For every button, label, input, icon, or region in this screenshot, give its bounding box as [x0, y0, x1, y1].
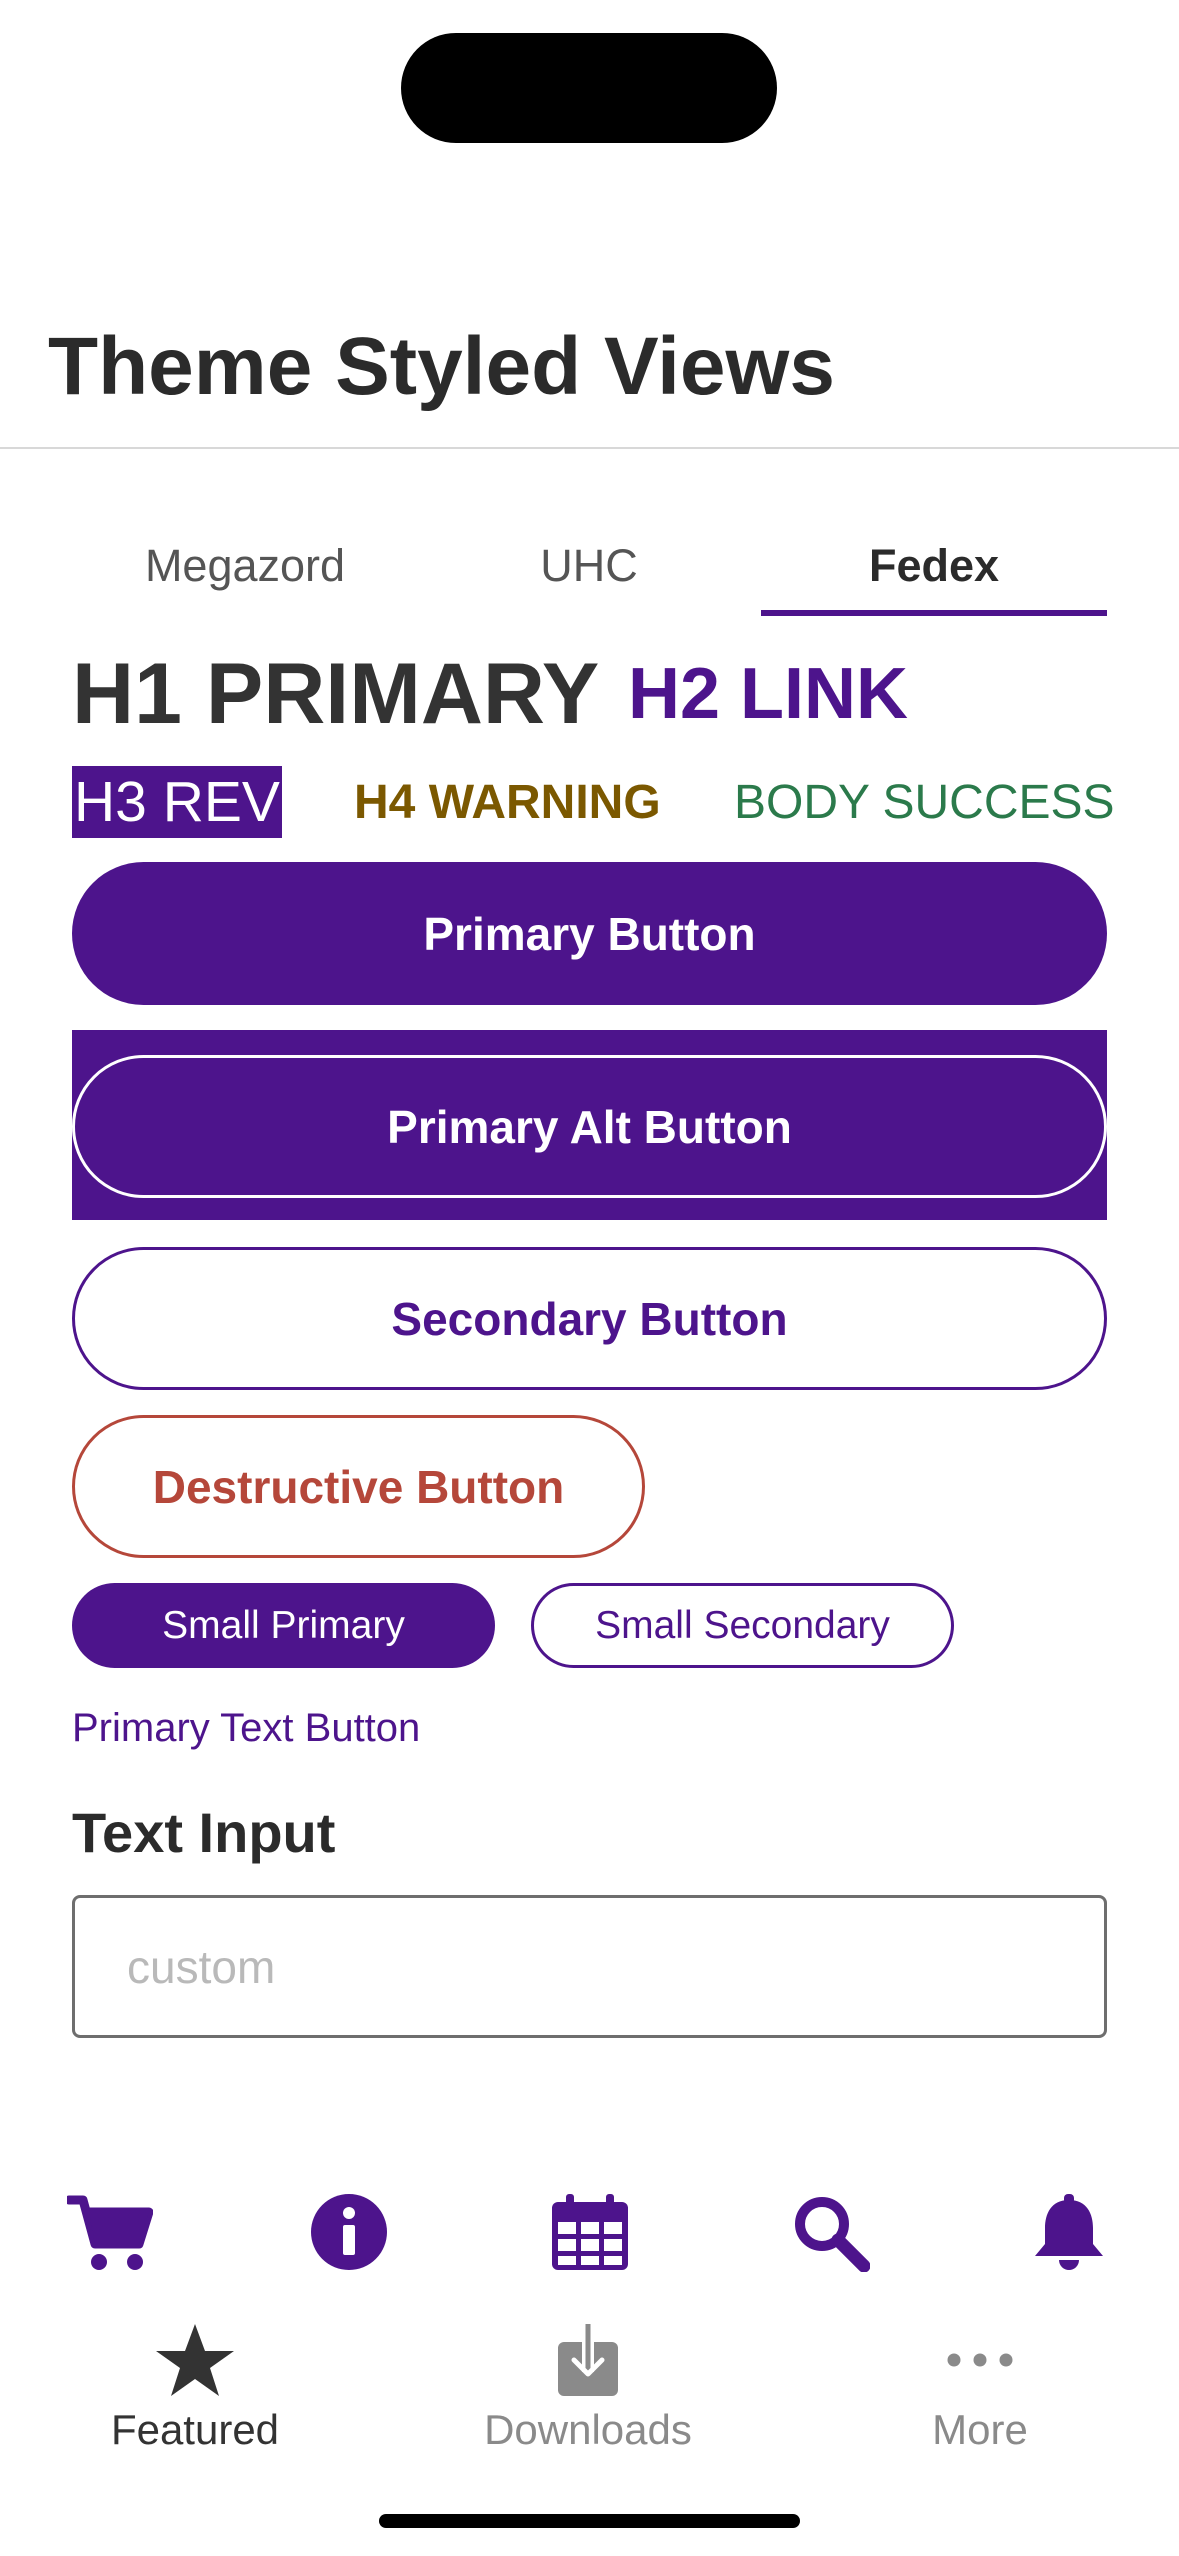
tabbar-item-downloads[interactable]: Downloads: [458, 2320, 718, 2460]
nav-divider: [0, 447, 1179, 449]
page-title: Theme Styled Views: [48, 321, 835, 412]
download-icon: [556, 2320, 620, 2400]
search-icon[interactable]: [785, 2187, 875, 2277]
cart-icon[interactable]: [65, 2187, 155, 2277]
info-icon[interactable]: [304, 2187, 394, 2277]
ellipsis-icon: [945, 2320, 1015, 2400]
bell-icon[interactable]: [1024, 2187, 1114, 2277]
secondary-button[interactable]: Secondary Button: [72, 1247, 1107, 1390]
tabbar-label-more: More: [932, 2406, 1028, 2453]
tabbar-item-more[interactable]: More: [850, 2320, 1110, 2460]
tab-uhc[interactable]: UHC: [416, 540, 762, 600]
tabbar-item-featured[interactable]: Featured: [65, 2320, 325, 2460]
heading-h4-warning: H4 WARNING: [354, 776, 661, 829]
calendar-icon[interactable]: [545, 2187, 635, 2277]
tab-megazord[interactable]: Megazord: [72, 540, 418, 600]
primary-text-button[interactable]: Primary Text Button: [72, 1706, 420, 1751]
heading-h1-primary: H1 PRIMARY: [72, 646, 600, 742]
text-input-label: Text Input: [72, 1801, 336, 1864]
tab-selection-indicator: [761, 610, 1107, 616]
primary-button[interactable]: Primary Button: [72, 862, 1107, 1005]
heading-h2-link: H2 LINK: [628, 654, 909, 734]
text-input-field[interactable]: [72, 1895, 1107, 2038]
small-primary-button[interactable]: Small Primary: [72, 1583, 495, 1668]
heading-h3-reverse: H3 REV: [72, 766, 282, 838]
tabbar-label-featured: Featured: [110, 2406, 280, 2453]
tabbar-label-downloads: Downloads: [484, 2406, 692, 2453]
destructive-button[interactable]: Destructive Button: [72, 1415, 645, 1558]
primary-alt-button[interactable]: Primary Alt Button: [72, 1055, 1107, 1198]
tab-fedex[interactable]: Fedex: [761, 540, 1107, 600]
home-indicator: [379, 2514, 800, 2528]
dynamic-island: [401, 33, 777, 143]
body-success-text: BODY SUCCESS: [734, 776, 1115, 829]
small-secondary-button[interactable]: Small Secondary: [531, 1583, 954, 1668]
star-icon: [155, 2320, 235, 2400]
